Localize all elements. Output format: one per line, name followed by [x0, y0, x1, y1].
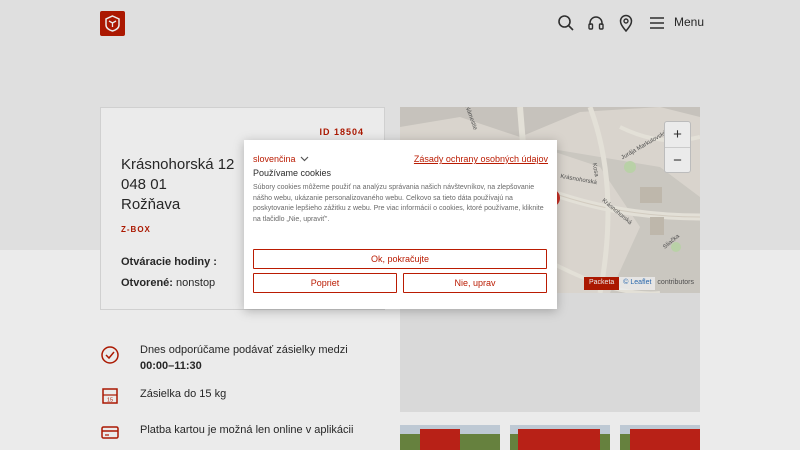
cookie-consent-modal: slovenčina Zásady ochrany osobných údajo…	[244, 140, 557, 309]
language-label: slovenčina	[253, 154, 296, 164]
cookie-title: Používame cookies	[253, 168, 332, 178]
accept-cookies-button[interactable]: Ok, pokračujte	[253, 249, 547, 269]
cookie-description: Súbory cookies môžeme použiť na analýzu …	[253, 184, 544, 223]
reject-cookies-button[interactable]: Popriet	[253, 273, 397, 293]
language-selector[interactable]: slovenčina	[253, 154, 309, 164]
customize-cookies-button[interactable]: Nie, uprav	[403, 273, 547, 293]
chevron-down-icon	[300, 156, 308, 162]
privacy-policy-link[interactable]: Zásady ochrany osobných údajov	[414, 154, 548, 164]
